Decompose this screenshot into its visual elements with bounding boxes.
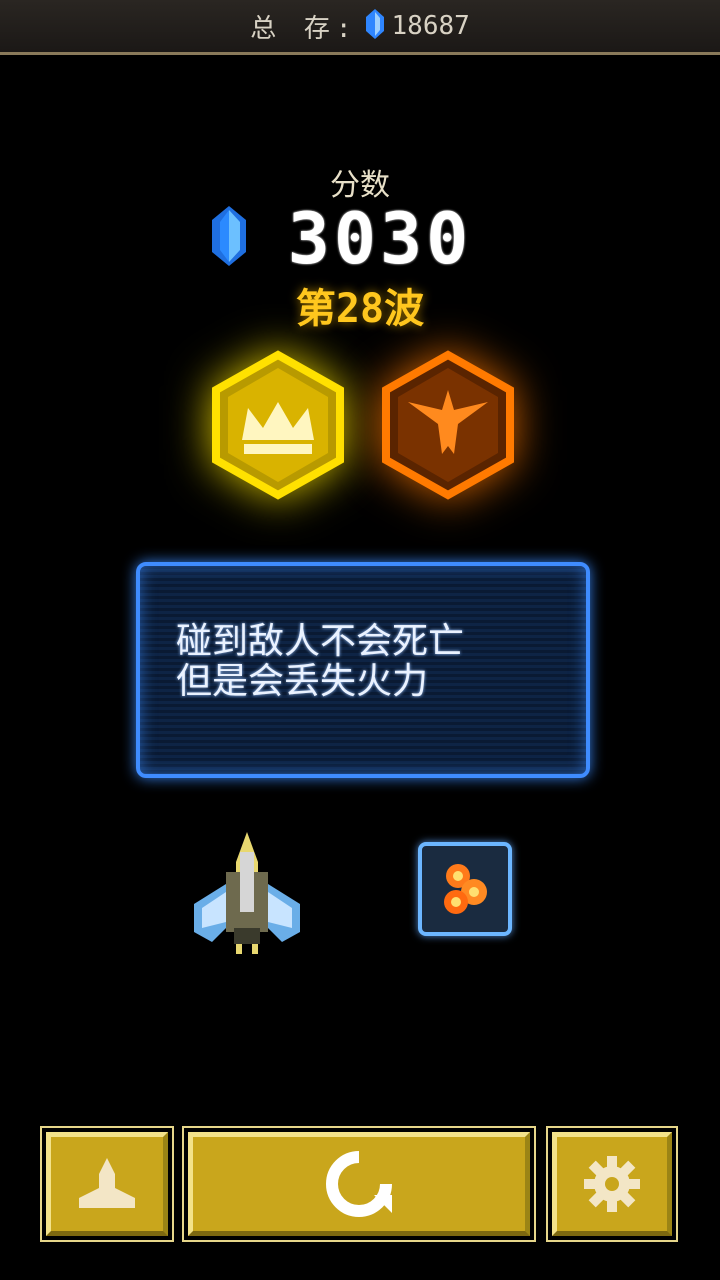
- tip-line-2: 但是会丢失火力: [176, 661, 429, 702]
- restart-icon: [326, 1151, 392, 1217]
- ship-select-button[interactable]: [46, 1132, 168, 1236]
- tip-text: 碰到敌人不会死亡 但是会丢失火力: [176, 622, 556, 702]
- crown-icon: [212, 350, 344, 500]
- total-gems-label: 总 存:: [250, 13, 358, 44]
- crown-badge: [208, 350, 348, 500]
- blue-crystal-icon: [365, 9, 384, 43]
- score-row: 3030: [0, 198, 720, 280]
- restart-button[interactable]: [188, 1132, 530, 1236]
- player-ship-icon: [186, 832, 308, 956]
- fire-powerup-icon: [418, 842, 512, 936]
- total-gems-value: 18687: [391, 11, 470, 41]
- total-gems-bar: 总 存: 18687: [0, 0, 720, 55]
- wave-label: 第28波: [295, 286, 425, 332]
- ship-select-icon: [79, 1158, 135, 1208]
- gear-icon: [584, 1156, 640, 1212]
- phoenix-icon: [382, 350, 514, 500]
- score-value: 3030: [287, 198, 473, 280]
- tip-line-1: 碰到敌人不会死亡: [176, 621, 465, 662]
- settings-button[interactable]: [552, 1132, 672, 1236]
- tip-panel: 碰到敌人不会死亡 但是会丢失火力: [136, 562, 590, 778]
- phoenix-badge: [378, 350, 518, 500]
